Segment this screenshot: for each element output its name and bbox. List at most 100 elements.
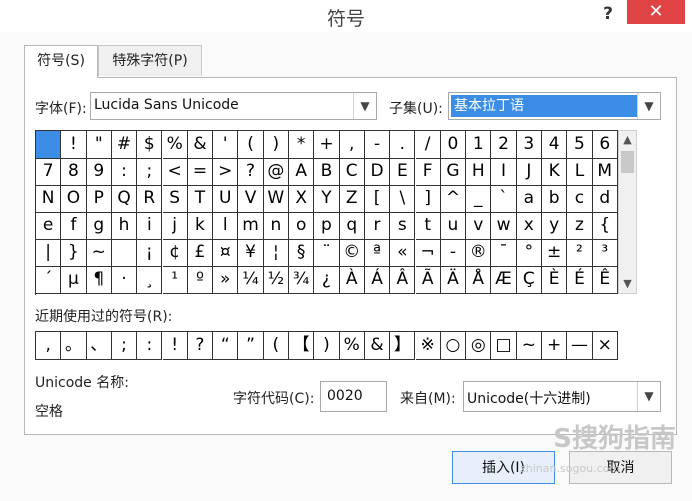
symbol-cell[interactable]: P xyxy=(86,185,112,213)
symbol-cell[interactable]: # xyxy=(111,131,138,159)
symbol-cell[interactable]: c xyxy=(567,185,593,213)
symbol-cell[interactable]: u xyxy=(440,212,467,240)
symbol-cell[interactable] xyxy=(111,239,138,267)
symbol-cell[interactable]: j xyxy=(162,212,188,240)
recent-symbol-cell[interactable]: 】 xyxy=(390,332,416,360)
symbol-cell[interactable]: 9 xyxy=(86,158,112,186)
symbol-cell[interactable]: / xyxy=(415,131,441,159)
symbol-cell[interactable]: ¸ xyxy=(137,266,163,294)
symbol-cell[interactable]: Ê xyxy=(592,266,618,294)
symbol-cell[interactable]: ¹ xyxy=(162,266,188,294)
symbol-cell[interactable]: e xyxy=(36,212,62,240)
symbol-cell[interactable]: o xyxy=(289,212,315,240)
symbol-cell[interactable]: x xyxy=(516,212,542,240)
from-select[interactable]: Unicode(十六进制) ▼ xyxy=(463,381,661,412)
symbol-cell[interactable]: ¿ xyxy=(314,266,340,294)
symbol-cell[interactable]: Z xyxy=(339,185,365,213)
recent-symbol-cell[interactable]: & xyxy=(364,332,391,360)
symbol-cell[interactable]: ¦ xyxy=(263,239,289,267)
symbol-cell[interactable]: ± xyxy=(542,239,568,267)
symbol-cell[interactable]: ¥ xyxy=(238,239,264,267)
symbol-cell[interactable]: { xyxy=(592,212,618,240)
symbol-cell[interactable]: < xyxy=(162,158,188,186)
symbol-cell[interactable]: W xyxy=(263,185,289,213)
scroll-up-icon[interactable]: ▲ xyxy=(619,131,636,149)
symbol-cell[interactable]: N xyxy=(36,185,62,213)
recent-symbol-cell[interactable]: ~ xyxy=(516,332,542,360)
symbol-cell[interactable]: @ xyxy=(263,158,289,186)
symbol-cell[interactable]: © xyxy=(339,239,365,267)
symbol-cell[interactable]: º xyxy=(187,266,214,294)
symbol-cell[interactable]: ¬ xyxy=(415,239,441,267)
symbol-cell[interactable]: V xyxy=(238,185,264,213)
symbol-cell[interactable]: Æ xyxy=(491,266,517,294)
symbol-cell[interactable]: y xyxy=(542,212,568,240)
symbol-cell[interactable]: ¨ xyxy=(314,239,340,267)
tab-symbols[interactable]: 符号(S) xyxy=(24,45,98,78)
symbol-cell[interactable]: ® xyxy=(466,239,492,267)
symbol-cell[interactable]: X xyxy=(289,185,315,213)
symbol-cell[interactable]: § xyxy=(289,239,315,267)
symbol-cell[interactable]: i xyxy=(137,212,163,240)
char-code-input[interactable]: 0020 xyxy=(320,381,387,412)
subset-select[interactable]: 基本拉丁语 ▼ xyxy=(448,92,661,120)
symbol-cell[interactable]: ^ xyxy=(440,185,467,213)
symbol-cell[interactable]: g xyxy=(86,212,112,240)
symbol-cell[interactable]: & xyxy=(187,131,214,159)
symbol-cell[interactable]: 7 xyxy=(36,158,62,186)
recent-symbol-cell[interactable]: × xyxy=(592,332,618,360)
recent-symbol-cell[interactable]: □ xyxy=(491,332,517,360)
symbol-cell[interactable] xyxy=(36,131,62,159)
symbol-cell[interactable]: T xyxy=(187,185,214,213)
symbol-cell[interactable]: U xyxy=(213,185,239,213)
scroll-thumb[interactable] xyxy=(621,151,634,173)
symbol-cell[interactable]: f xyxy=(61,212,87,240)
symbol-cell[interactable]: · xyxy=(111,266,138,294)
chevron-down-icon[interactable]: ▼ xyxy=(637,382,660,411)
recent-symbol-cell[interactable]: ” xyxy=(238,332,264,360)
symbol-cell[interactable]: ¼ xyxy=(238,266,264,294)
symbol-cell[interactable]: 8 xyxy=(61,158,87,186)
symbol-cell[interactable]: « xyxy=(390,239,416,267)
symbol-cell[interactable]: C xyxy=(339,158,365,186)
symbol-cell[interactable]: ] xyxy=(415,185,441,213)
chevron-down-icon[interactable]: ▼ xyxy=(637,93,660,119)
symbol-cell[interactable]: q xyxy=(339,212,365,240)
symbol-cell[interactable]: Â xyxy=(390,266,416,294)
symbol-cell[interactable]: ~ xyxy=(86,239,112,267)
symbol-cell[interactable]: J xyxy=(516,158,542,186)
symbol-cell[interactable]: K xyxy=(542,158,568,186)
symbol-cell[interactable]: ² xyxy=(567,239,593,267)
symbol-cell[interactable]: µ xyxy=(61,266,87,294)
symbol-cell[interactable]: È xyxy=(542,266,568,294)
symbol-cell[interactable]: ' xyxy=(213,131,239,159)
symbol-cell[interactable]: M xyxy=(592,158,618,186)
symbol-cell[interactable]: a xyxy=(516,185,542,213)
symbol-cell[interactable]: \ xyxy=(390,185,416,213)
symbol-cell[interactable]: = xyxy=(187,158,214,186)
close-button[interactable]: ✕ xyxy=(627,0,685,24)
symbol-cell[interactable]: Ç xyxy=(516,266,542,294)
symbol-cell[interactable]: S xyxy=(162,185,188,213)
symbol-cell[interactable]: G xyxy=(440,158,467,186)
symbol-cell[interactable]: $ xyxy=(137,131,163,159)
recent-symbol-cell[interactable]: , xyxy=(36,332,62,360)
recent-symbol-cell[interactable]: “ xyxy=(213,332,239,360)
symbol-cell[interactable]: ´ xyxy=(36,266,62,294)
recent-symbol-cell[interactable]: ◎ xyxy=(466,332,492,360)
symbol-cell[interactable]: R xyxy=(137,185,163,213)
symbol-cell[interactable]: D xyxy=(364,158,391,186)
symbol-cell[interactable]: ½ xyxy=(263,266,289,294)
symbol-cell[interactable]: > xyxy=(213,158,239,186)
symbol-cell[interactable]: ³ xyxy=(592,239,618,267)
recent-symbol-cell[interactable]: ) xyxy=(314,332,340,360)
symbol-cell[interactable]: £ xyxy=(187,239,214,267)
symbol-cell[interactable]: [ xyxy=(364,185,391,213)
symbol-cell[interactable]: H xyxy=(466,158,492,186)
symbol-cell[interactable]: L xyxy=(567,158,593,186)
recent-symbol-cell[interactable]: ; xyxy=(111,332,138,360)
symbol-cell[interactable]: À xyxy=(339,266,365,294)
symbol-cell[interactable]: ¡ xyxy=(137,239,163,267)
symbol-cell[interactable]: : xyxy=(111,158,138,186)
symbol-cell[interactable]: ¾ xyxy=(289,266,315,294)
